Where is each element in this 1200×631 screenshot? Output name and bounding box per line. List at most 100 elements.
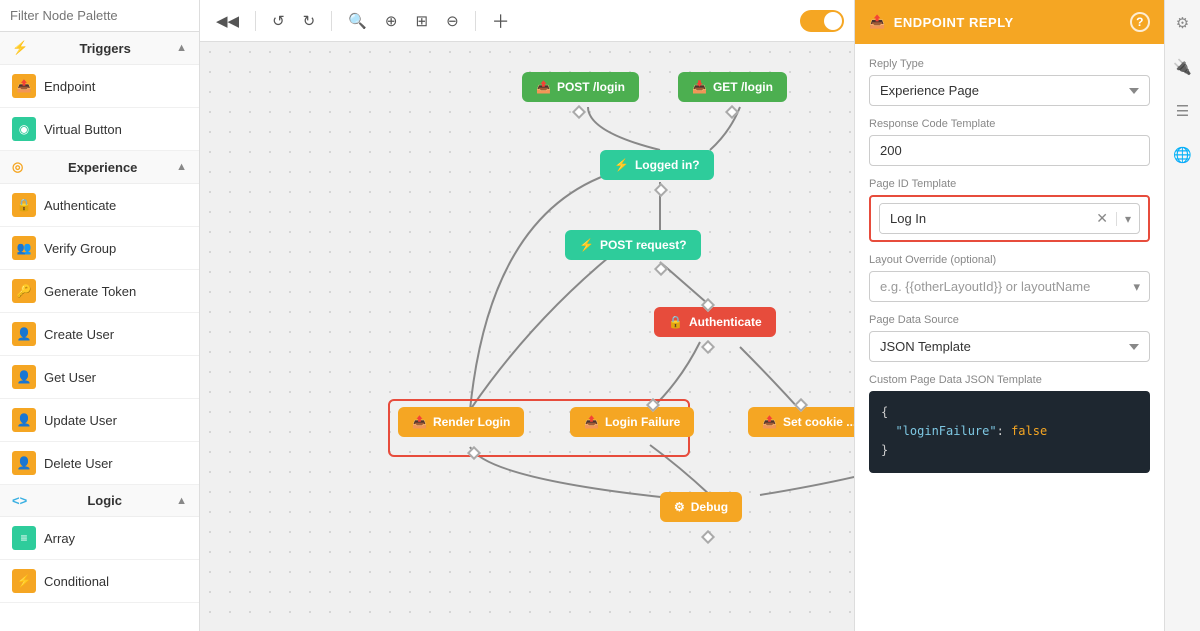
update-user-icon: 👤 xyxy=(12,408,36,432)
help-icon[interactable]: ? xyxy=(1130,12,1150,32)
node-post-request[interactable]: ⚡ POST request? xyxy=(565,230,701,260)
create-user-icon: 👤 xyxy=(12,322,36,346)
globe-panel-icon[interactable]: 🌐 xyxy=(1170,142,1196,168)
section-experience[interactable]: ◎ Experience ▲ xyxy=(0,151,199,184)
sidebar-item-create-user-label: Create User xyxy=(44,327,114,342)
panel-header: 📤 ENDPOINT REPLY ? xyxy=(855,0,1164,44)
section-triggers[interactable]: ⚡ Triggers ▲ xyxy=(0,32,199,65)
divider-2 xyxy=(331,11,332,31)
triggers-icon: ⚡ xyxy=(12,40,28,56)
sidebar-item-delete-user-label: Delete User xyxy=(44,456,113,471)
get-login-icon: 📥 xyxy=(692,80,707,94)
authenticate-label: Authenticate xyxy=(689,315,762,329)
array-icon: ≡ xyxy=(12,526,36,550)
fit-button[interactable]: ⊞ xyxy=(410,8,435,34)
layers-panel-icon[interactable]: ☰ xyxy=(1170,98,1196,124)
sidebar-item-conditional[interactable]: ⚡ Conditional xyxy=(0,560,199,603)
sidebar-item-generate-token-label: Generate Token xyxy=(44,284,136,299)
reply-type-select[interactable]: Experience Page JSON Redirect xyxy=(869,75,1150,106)
add-node-button[interactable]: ＋ xyxy=(486,4,516,38)
set-cookie-icon: 📤 xyxy=(762,415,777,429)
panel-title: ENDPOINT REPLY xyxy=(894,15,1014,30)
node-render-login[interactable]: 📤 Render Login xyxy=(398,407,524,437)
post-request-bottom-diamond xyxy=(654,262,668,276)
panel-body: Reply Type Experience Page JSON Redirect… xyxy=(855,44,1164,631)
logged-in-bottom-diamond xyxy=(654,183,668,197)
sidebar: ⚡ Triggers ▲ 📤 Endpoint ◉ Virtual Button… xyxy=(0,0,200,631)
zoom-reset-button[interactable]: ⊖ xyxy=(440,8,465,34)
section-logic[interactable]: <> Logic ▲ xyxy=(0,485,199,517)
page-id-inner: ✕ ▾ xyxy=(879,203,1140,234)
node-debug[interactable]: ⚙ Debug xyxy=(660,492,742,522)
response-code-input[interactable] xyxy=(869,135,1150,166)
sidebar-item-endpoint-label: Endpoint xyxy=(44,79,95,94)
sidebar-item-create-user[interactable]: 👤 Create User xyxy=(0,313,199,356)
plug-panel-icon[interactable]: 🔌 xyxy=(1170,54,1196,80)
sidebar-item-virtual-button[interactable]: ◉ Virtual Button xyxy=(0,108,199,151)
verify-group-icon: 👥 xyxy=(12,236,36,260)
logged-in-icon: ⚡ xyxy=(614,158,629,172)
sidebar-item-delete-user[interactable]: 👤 Delete User xyxy=(0,442,199,485)
post-login-label: POST /login xyxy=(557,80,625,94)
sidebar-item-verify-group-label: Verify Group xyxy=(44,241,116,256)
toggle-switch[interactable] xyxy=(800,10,844,32)
zoom-out-button[interactable]: 🔍 xyxy=(342,8,373,34)
logged-in-label: Logged in? xyxy=(635,158,700,172)
authenticate-icon: 🔒 xyxy=(668,315,683,329)
chevron-up-icon-2: ▲ xyxy=(176,161,187,173)
post-request-label: POST request? xyxy=(600,238,687,252)
sidebar-item-get-user[interactable]: 👤 Get User xyxy=(0,356,199,399)
generate-token-icon: 🔑 xyxy=(12,279,36,303)
post-login-bottom-diamond xyxy=(572,105,586,119)
login-failure-icon: 📤 xyxy=(584,415,599,429)
node-post-login[interactable]: 📤 POST /login xyxy=(522,72,639,102)
page-id-clear-button[interactable]: ✕ xyxy=(1088,210,1116,227)
render-login-label: Render Login xyxy=(433,415,510,429)
redo-button[interactable]: ↻ xyxy=(297,8,322,34)
zoom-in-button[interactable]: ⊕ xyxy=(379,8,404,34)
get-login-bottom-diamond xyxy=(725,105,739,119)
page-id-input[interactable] xyxy=(880,204,1088,233)
conditional-icon: ⚡ xyxy=(12,569,36,593)
sidebar-item-authenticate[interactable]: 🔒 Authenticate xyxy=(0,184,199,227)
filter-input[interactable] xyxy=(0,0,199,32)
node-login-failure[interactable]: 📤 Login Failure xyxy=(570,407,694,437)
page-data-source-select[interactable]: JSON Template None xyxy=(869,331,1150,362)
sidebar-item-update-user[interactable]: 👤 Update User xyxy=(0,399,199,442)
get-login-label: GET /login xyxy=(713,80,773,94)
layout-override-select[interactable]: e.g. {{otherLayoutId}} or layoutName xyxy=(869,271,1150,302)
sidebar-item-endpoint[interactable]: 📤 Endpoint xyxy=(0,65,199,108)
divider-3 xyxy=(475,11,476,31)
undo-button[interactable]: ↺ xyxy=(266,8,291,34)
page-id-arrow-button[interactable]: ▾ xyxy=(1116,212,1139,226)
settings-panel-icon[interactable]: ⚙ xyxy=(1170,10,1196,36)
panel-header-icon: 📤 xyxy=(869,14,886,30)
sidebar-item-array[interactable]: ≡ Array xyxy=(0,517,199,560)
endpoint-icon: 📤 xyxy=(12,74,36,98)
experience-icon: ◎ xyxy=(12,159,23,175)
node-authenticate[interactable]: 🔒 Authenticate xyxy=(654,307,776,337)
node-get-login[interactable]: 📥 GET /login xyxy=(678,72,787,102)
page-data-source-label: Page Data Source xyxy=(869,314,1150,326)
page-id-field-wrapper: ✕ ▾ xyxy=(869,195,1150,242)
sidebar-item-verify-group[interactable]: 👥 Verify Group xyxy=(0,227,199,270)
authenticate-icon: 🔒 xyxy=(12,193,36,217)
response-code-label: Response Code Template xyxy=(869,118,1150,130)
get-user-icon: 👤 xyxy=(12,365,36,389)
login-failure-label: Login Failure xyxy=(605,415,680,429)
page-id-label: Page ID Template xyxy=(869,178,1150,190)
chevron-up-icon-3: ▲ xyxy=(176,495,187,507)
back-button[interactable]: ◀◀ xyxy=(210,8,245,34)
divider-1 xyxy=(255,11,256,31)
sidebar-item-generate-token[interactable]: 🔑 Generate Token xyxy=(0,270,199,313)
layout-override-label: Layout Override (optional) xyxy=(869,254,1150,266)
layout-override-wrapper: e.g. {{otherLayoutId}} or layoutName xyxy=(869,271,1150,302)
main-area: ◀◀ ↺ ↻ 🔍 ⊕ ⊞ ⊖ ＋ xyxy=(200,0,854,631)
flow-canvas[interactable]: 📤 POST /login 📥 GET /login ⚡ Logged in? … xyxy=(200,42,854,631)
debug-output-diamond xyxy=(701,530,715,544)
logic-icon: <> xyxy=(12,493,27,508)
render-login-icon: 📤 xyxy=(412,415,427,429)
custom-data-editor[interactable]: { "loginFailure": false } xyxy=(869,391,1150,473)
node-logged-in[interactable]: ⚡ Logged in? xyxy=(600,150,714,180)
delete-user-icon: 👤 xyxy=(12,451,36,475)
